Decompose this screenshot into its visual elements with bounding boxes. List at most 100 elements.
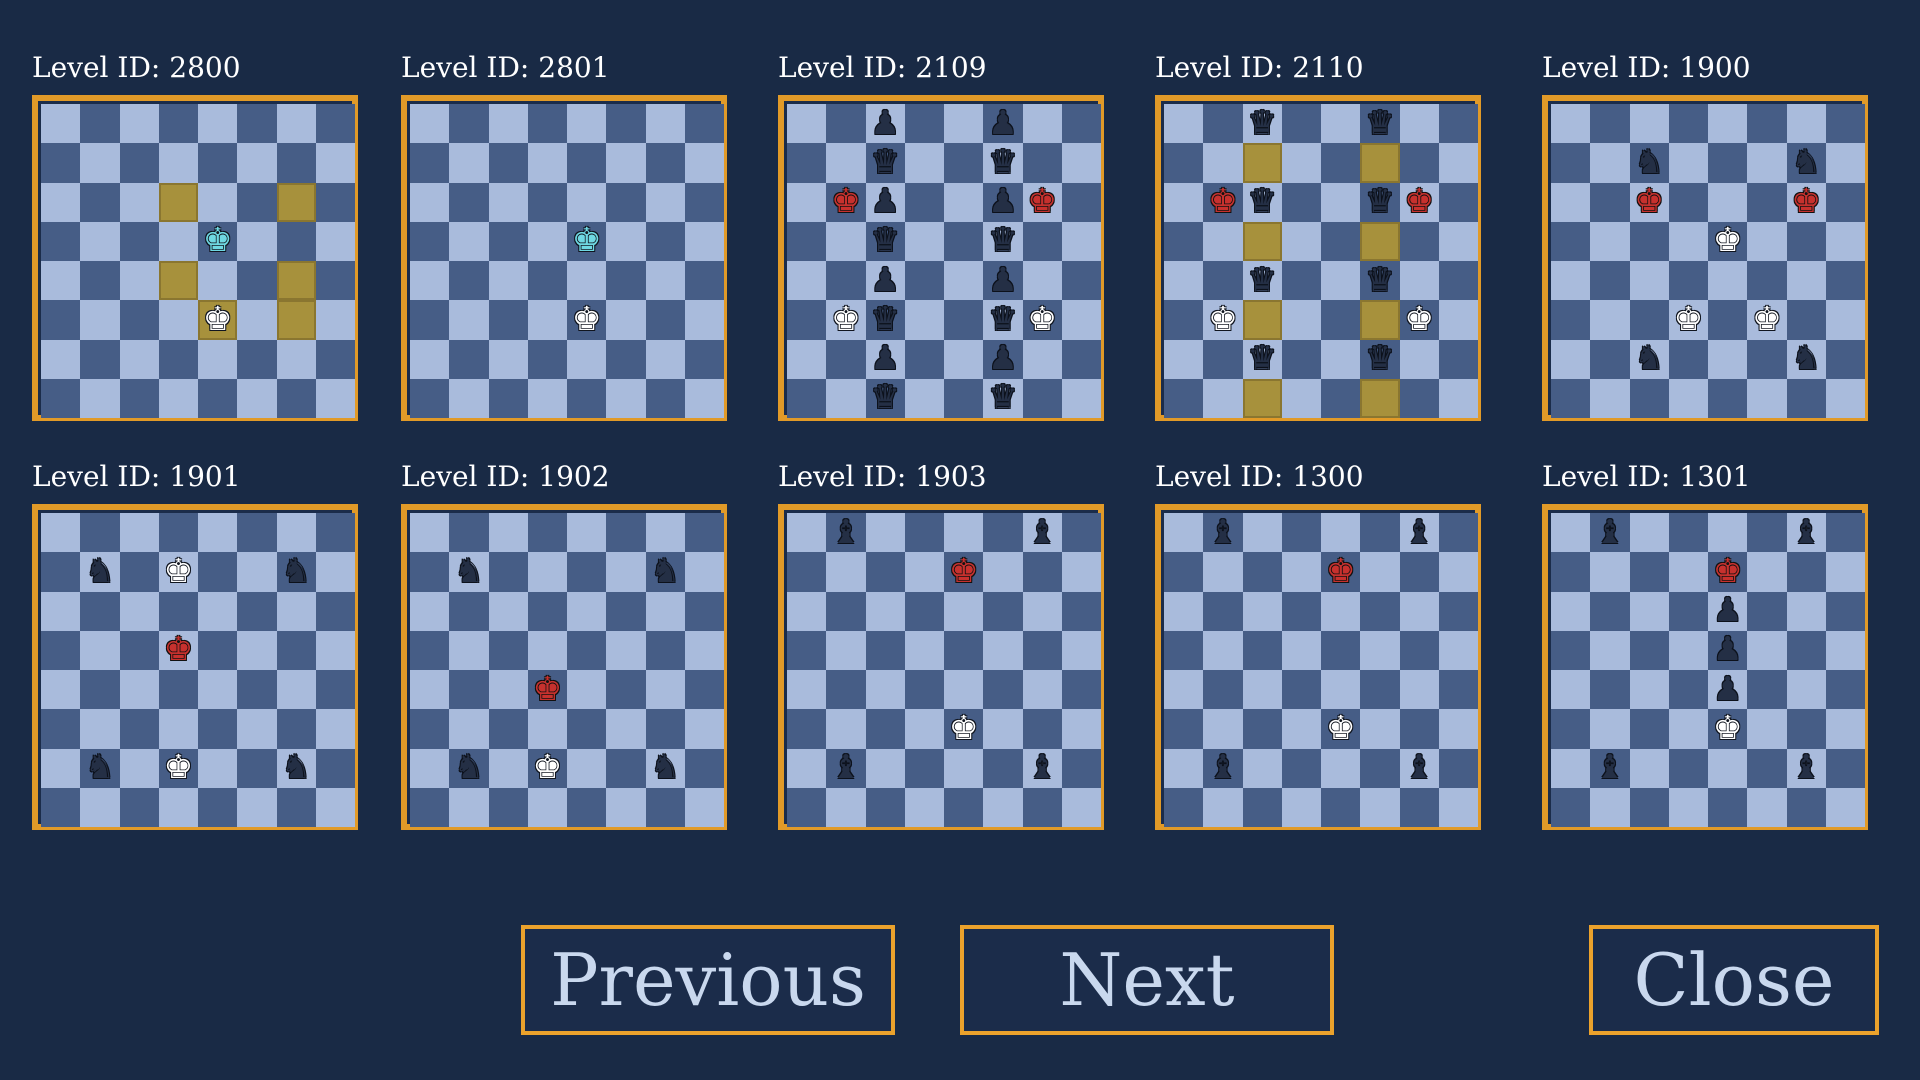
square-f4: ♟ <box>983 261 1023 301</box>
square-g6: ♚ <box>1786 182 1826 222</box>
square-a1 <box>787 378 827 418</box>
level-board[interactable]: ♟ ♟ ♛ ♛ ♚ ♟ ♟ ♚ ♛ ♛ ♟ ♟ ♚ ♛ ♛ ♚ ♟ ♟ ♛ ♛ <box>778 95 1104 421</box>
square-g2 <box>645 339 685 379</box>
red-king-icon: ♚ <box>1208 182 1238 221</box>
square-d1 <box>904 378 944 418</box>
square-h2 <box>1061 748 1101 788</box>
square-g5 <box>276 221 316 261</box>
black-bishop-icon: ♝ <box>831 513 861 551</box>
square-d2 <box>1281 748 1321 788</box>
square-e3 <box>1321 300 1361 340</box>
square-h5 <box>684 221 724 261</box>
square-e8 <box>1708 513 1748 553</box>
square-f6 <box>237 591 277 631</box>
black-queen-icon: ♛ <box>870 143 900 181</box>
square-b6 <box>449 591 489 631</box>
square-h8 <box>1825 104 1865 144</box>
previous-button[interactable]: Previous <box>521 925 895 1035</box>
square-f3 <box>1747 709 1787 749</box>
level-board[interactable]: ♞ ♞ ♚ ♞ ♚ ♞ <box>401 504 727 830</box>
square-e7 <box>1321 143 1361 183</box>
square-g4 <box>276 670 316 710</box>
board-grid: ♝ ♝ ♚ ♟ ♟ ♟ ♚ ♝ ♝ <box>1551 513 1865 827</box>
square-a3 <box>1164 300 1204 340</box>
square-f4 <box>1747 261 1787 301</box>
square-h5 <box>1825 630 1865 670</box>
level-board[interactable]: ♝ ♝ ♚ ♚ ♝ ♝ <box>1155 504 1481 830</box>
square-d6 <box>527 182 567 222</box>
square-b1 <box>449 787 489 827</box>
square-a1 <box>410 787 450 827</box>
black-pawn-icon: ♟ <box>988 261 1018 299</box>
black-pawn-icon: ♟ <box>870 261 900 299</box>
square-h5 <box>1438 221 1478 261</box>
square-g2: ♝ <box>1022 748 1062 788</box>
square-h2 <box>1825 339 1865 379</box>
square-e2 <box>1708 339 1748 379</box>
square-b3 <box>1590 300 1630 340</box>
square-d7 <box>527 143 567 183</box>
square-a8 <box>1164 513 1204 553</box>
square-d5 <box>527 221 567 261</box>
square-f1 <box>1360 787 1400 827</box>
square-a5 <box>410 221 450 261</box>
square-g1 <box>645 787 685 827</box>
square-c3 <box>1629 709 1669 749</box>
next-button[interactable]: Next <box>960 925 1334 1035</box>
square-e7: ♚ <box>1321 552 1361 592</box>
level-board[interactable]: ♛ ♛ ♚ ♛ ♛ ♚ ♛ ♛ ♚ ♚ ♛ ♛ <box>1155 95 1481 421</box>
board-grid: ♟ ♟ ♛ ♛ ♚ ♟ ♟ ♚ ♛ ♛ ♟ ♟ ♚ ♛ ♛ ♚ ♟ ♟ ♛ ♛ <box>787 104 1101 418</box>
square-a5 <box>410 630 450 670</box>
level-board[interactable]: ♝ ♝ ♚ ♟ ♟ ♟ ♚ ♝ ♝ <box>1542 504 1868 830</box>
square-d6 <box>1281 591 1321 631</box>
square-b7: ♞ <box>449 552 489 592</box>
square-e2 <box>198 748 238 788</box>
square-a1 <box>41 378 81 418</box>
square-b2 <box>449 339 489 379</box>
square-c6: ♚ <box>1629 182 1669 222</box>
black-bishop-icon: ♝ <box>1791 513 1821 551</box>
level-board[interactable]: ♞ ♚ ♞ ♚ ♞ ♚ ♞ <box>32 504 358 830</box>
square-a6 <box>1164 182 1204 222</box>
square-a4 <box>410 670 450 710</box>
square-c8: ♛ <box>1242 104 1282 144</box>
level-label: Level ID: 2800 <box>32 51 241 84</box>
red-king-icon: ♚ <box>1404 182 1434 221</box>
square-h7 <box>684 552 724 592</box>
black-bishop-icon: ♝ <box>1208 748 1238 787</box>
level-label: Level ID: 1301 <box>1542 460 1751 493</box>
level-board[interactable]: ♚ ♚ <box>32 95 358 421</box>
square-f5 <box>983 630 1023 670</box>
square-b2: ♝ <box>1590 748 1630 788</box>
square-f2 <box>237 748 277 788</box>
square-a3 <box>410 300 450 340</box>
black-queen-icon: ♛ <box>988 221 1018 260</box>
level-board[interactable]: ♞ ♞ ♚ ♚ ♚ ♚ ♚ ♞ ♞ <box>1542 95 1868 421</box>
square-h4 <box>315 261 355 301</box>
square-a6 <box>1164 591 1204 631</box>
square-g8: ♝ <box>1786 513 1826 553</box>
square-a7 <box>1551 143 1591 183</box>
square-b4 <box>80 261 120 301</box>
square-e7 <box>1708 143 1748 183</box>
square-a6 <box>41 591 81 631</box>
square-f3 <box>237 300 277 340</box>
black-bishop-icon: ♝ <box>1791 748 1821 787</box>
square-f3: ♛ <box>983 300 1023 340</box>
square-g8 <box>276 104 316 144</box>
square-c4 <box>488 261 528 301</box>
close-button[interactable]: Close <box>1589 925 1879 1035</box>
square-b5 <box>1203 630 1243 670</box>
level-board[interactable]: ♝ ♝ ♚ ♚ ♝ ♝ <box>778 504 1104 830</box>
square-h3 <box>1825 300 1865 340</box>
black-bishop-icon: ♝ <box>1595 748 1625 787</box>
level-board[interactable]: ♚ ♚ <box>401 95 727 421</box>
black-queen-icon: ♛ <box>1247 261 1277 299</box>
square-g3 <box>276 709 316 749</box>
square-g7 <box>645 143 685 183</box>
square-a6 <box>1551 591 1591 631</box>
square-a4 <box>1164 261 1204 301</box>
square-g4 <box>645 670 685 710</box>
square-a1 <box>1551 787 1591 827</box>
square-f6 <box>1360 591 1400 631</box>
